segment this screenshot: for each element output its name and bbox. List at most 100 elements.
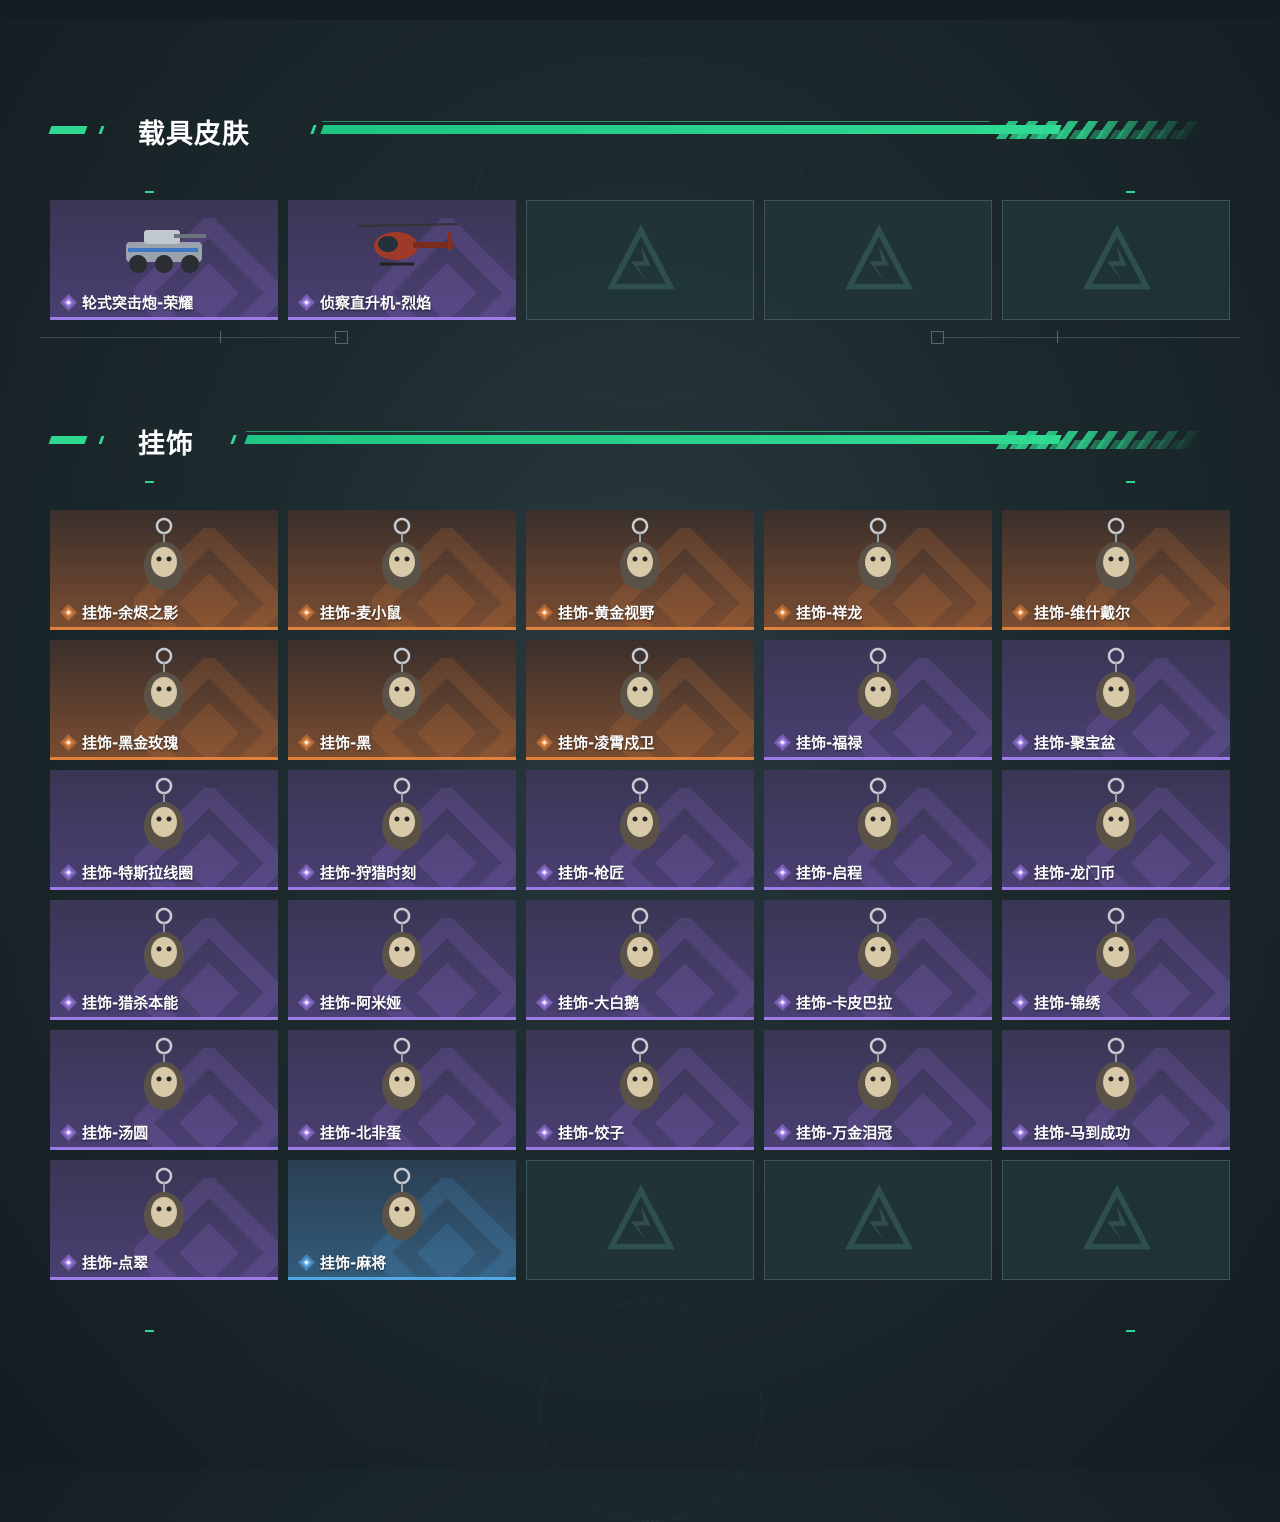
item-name: 挂饰-北非蛋 (320, 1123, 402, 1142)
item-label: 挂饰-锦绣 (1012, 992, 1100, 1012)
empty-slot (764, 1160, 992, 1280)
capybara-charm-icon (858, 907, 898, 980)
item-label: 挂饰-猎杀本能 (60, 992, 178, 1012)
item-label: 挂饰-凌霄戍卫 (536, 732, 654, 752)
item-card[interactable]: 侦察直升机-烈焰 (288, 200, 516, 320)
item-card[interactable]: 挂饰-汤圆 (50, 1030, 278, 1150)
placeholder-logo-icon (606, 225, 676, 290)
rarity-diamond-icon (774, 733, 791, 751)
item-card[interactable]: 挂饰-狩猎时刻 (288, 770, 516, 890)
item-card[interactable]: 挂饰-维什戴尔 (1002, 510, 1230, 630)
item-label: 挂饰-启程 (774, 862, 862, 882)
item-name: 挂饰-龙门币 (1034, 863, 1116, 882)
jade-dragon-charm-icon (144, 1167, 184, 1240)
armored-vehicle-icon (126, 230, 206, 273)
item-card[interactable]: 挂饰-黑 (288, 640, 516, 760)
item-card[interactable]: 挂饰-马到成功 (1002, 1030, 1230, 1150)
black-rose-charm-icon (144, 647, 184, 720)
rarity-diamond-icon (536, 603, 553, 621)
rarity-diamond-icon (298, 863, 315, 881)
item-card[interactable]: 轮式突击炮-荣耀 (50, 200, 278, 320)
rarity-diamond-icon (536, 863, 553, 881)
rarity-diamond-icon (298, 603, 315, 621)
header-checker-pattern (998, 130, 1206, 139)
treasure-bowl-charm-icon (1096, 647, 1136, 720)
item-card[interactable]: 挂饰-万金泪冠 (764, 1030, 992, 1150)
rarity-diamond-icon (60, 733, 77, 751)
item-label: 侦察直升机-烈焰 (298, 292, 431, 312)
antler-charm-icon (382, 777, 422, 850)
item-card[interactable]: 挂饰-启程 (764, 770, 992, 890)
header-bar (244, 435, 1062, 444)
item-card[interactable]: 挂饰-卡皮巴拉 (764, 900, 992, 1020)
item-name: 挂饰-猎杀本能 (82, 993, 179, 1012)
item-name: 挂饰-点翠 (82, 1253, 149, 1272)
item-card[interactable]: 挂饰-锦绣 (1002, 900, 1230, 1020)
coin-card-charm-icon (1096, 777, 1136, 850)
rarity-diamond-icon (60, 1123, 77, 1141)
item-card[interactable]: 挂饰-枪匠 (526, 770, 754, 890)
penguin-charm-icon (620, 647, 660, 720)
rarity-diamond-icon (60, 863, 77, 881)
mouse-charm-icon (382, 517, 422, 590)
corner-tick (1126, 481, 1135, 483)
item-card[interactable]: 挂饰-龙门币 (1002, 770, 1230, 890)
item-name: 挂饰-锦绣 (1034, 993, 1101, 1012)
rarity-diamond-icon (60, 993, 77, 1011)
item-card[interactable]: 挂饰-聚宝盆 (1002, 640, 1230, 760)
header-thin-line (322, 121, 990, 122)
rarity-diamond-icon (1012, 993, 1029, 1011)
item-card[interactable]: 挂饰-阿米娅 (288, 900, 516, 1020)
item-card[interactable]: 挂饰-麦小鼠 (288, 510, 516, 630)
bunny-charm-icon (382, 907, 422, 980)
tag-charm-icon (382, 647, 422, 720)
item-name: 挂饰-汤圆 (82, 1123, 149, 1142)
section-header-charms: 挂饰 (48, 425, 1210, 460)
item-card[interactable]: 挂饰-点翠 (50, 1160, 278, 1280)
divider-square (335, 331, 348, 344)
header-dash (48, 126, 88, 134)
rarity-diamond-icon (774, 1123, 791, 1141)
rarity-diamond-icon (1012, 603, 1029, 621)
rarity-diamond-icon (298, 1123, 315, 1141)
item-name: 轮式突击炮-荣耀 (82, 293, 194, 312)
horse-charm-icon (1096, 1037, 1136, 1110)
item-label: 挂饰-麻将 (298, 1252, 386, 1272)
item-name: 挂饰-祥龙 (796, 603, 863, 622)
item-card[interactable]: 挂饰-麻将 (288, 1160, 516, 1280)
rarity-diamond-icon (60, 1253, 77, 1271)
mahjong-tile-charm-icon (382, 1167, 422, 1240)
item-card[interactable]: 挂饰-饺子 (526, 1030, 754, 1150)
item-label: 挂饰-卡皮巴拉 (774, 992, 892, 1012)
item-card[interactable]: 挂饰-北非蛋 (288, 1030, 516, 1150)
empty-slot (1002, 200, 1230, 320)
item-name: 挂饰-卡皮巴拉 (796, 993, 893, 1012)
rarity-diamond-icon (298, 293, 315, 311)
item-label: 挂饰-黑金玫瑰 (60, 732, 178, 752)
item-name: 挂饰-启程 (796, 863, 863, 882)
header-dash (98, 126, 105, 134)
placeholder-logo-icon (1082, 1185, 1152, 1250)
item-card[interactable]: 挂饰-大白鹅 (526, 900, 754, 1020)
dumpling-bowl-charm-icon (144, 1037, 184, 1110)
corner-tick (1126, 191, 1135, 193)
item-card[interactable]: 挂饰-黄金视野 (526, 510, 754, 630)
goose-charm-icon (620, 907, 660, 980)
item-card[interactable]: 挂饰-余烬之影 (50, 510, 278, 630)
item-card[interactable]: 挂饰-特斯拉线圈 (50, 770, 278, 890)
header-dash (48, 436, 88, 444)
item-card[interactable]: 挂饰-猎杀本能 (50, 900, 278, 1020)
item-card[interactable]: 挂饰-福禄 (764, 640, 992, 760)
rarity-diamond-icon (298, 1253, 315, 1271)
butterfly-charm-icon (1096, 907, 1136, 980)
item-card[interactable]: 挂饰-黑金玫瑰 (50, 640, 278, 760)
divider-line (40, 337, 340, 338)
item-name: 挂饰-黄金视野 (558, 603, 655, 622)
item-name: 挂饰-大白鹅 (558, 993, 640, 1012)
rarity-diamond-icon (774, 863, 791, 881)
item-card[interactable]: 挂饰-祥龙 (764, 510, 992, 630)
item-name: 挂饰-麻将 (320, 1253, 387, 1272)
item-card[interactable]: 挂饰-凌霄戍卫 (526, 640, 754, 760)
golden-vision-charm-icon (620, 517, 660, 590)
item-name: 挂饰-万金泪冠 (796, 1123, 893, 1142)
